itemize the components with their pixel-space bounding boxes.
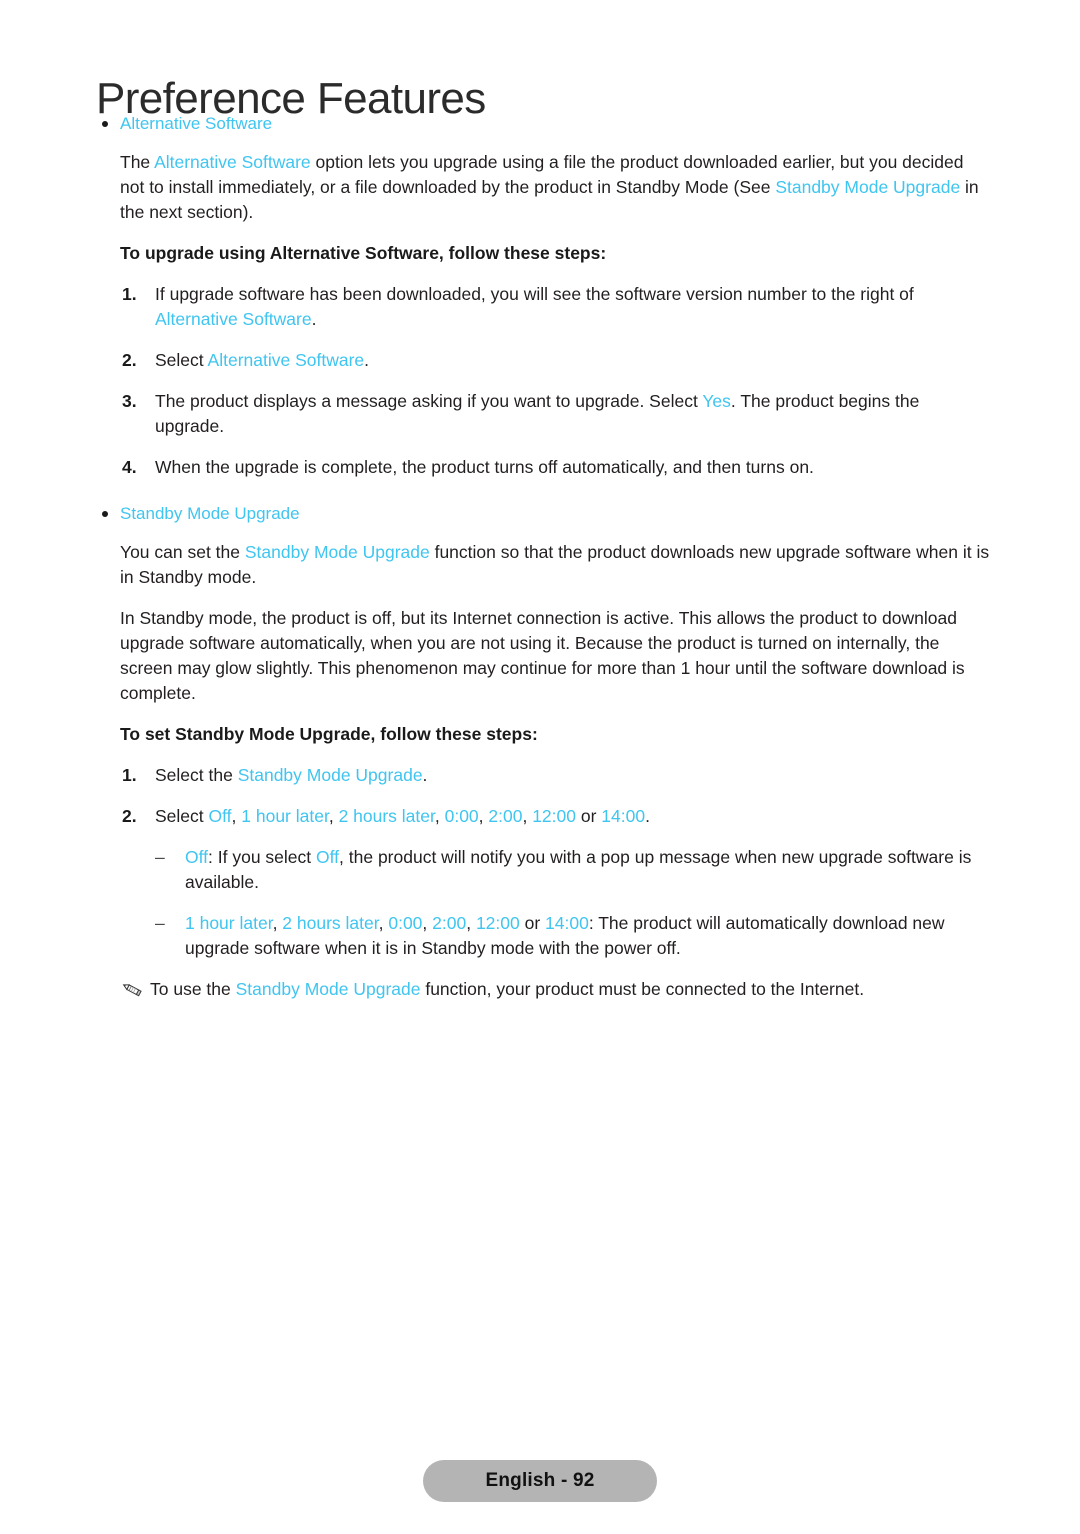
numbered-step: 2. Select Alternative Software. [0, 348, 1080, 373]
text-fragment: . [311, 309, 317, 329]
text-fragment: or [576, 806, 602, 826]
manual-page: Preference Features Alternative Software… [0, 0, 1080, 1534]
bullet-dot-icon [102, 511, 108, 517]
text-fragment: , [466, 913, 476, 933]
standby-steps-heading: To set Standby Mode Upgrade, follow thes… [120, 724, 538, 744]
option-2-00[interactable]: 2:00 [488, 806, 522, 826]
step-number: 2. [122, 806, 137, 826]
text-fragment: , [231, 806, 242, 826]
text-fragment: , [478, 806, 489, 826]
dash-marker-icon: – [155, 847, 165, 867]
section-heading-label: Alternative Software [120, 114, 273, 133]
inline-link-standby-mode-upgrade[interactable]: Standby Mode Upgrade [236, 979, 421, 999]
option-off[interactable]: Off [209, 806, 232, 826]
section-heading-label: Standby Mode Upgrade [120, 504, 300, 523]
text-fragment: , [328, 806, 339, 826]
option-0-00[interactable]: 0:00 [445, 806, 479, 826]
section-heading-alternative-software: Alternative Software [0, 112, 1080, 136]
text-fragment: . [645, 806, 650, 826]
text-fragment: The [120, 152, 155, 172]
option-1-hour-later[interactable]: 1 hour later [185, 913, 273, 933]
standby-intro-paragraph: You can set the Standby Mode Upgrade fun… [0, 540, 1080, 590]
text-fragment: , [422, 913, 433, 933]
inline-link-yes[interactable]: Yes [702, 391, 731, 411]
step-number: 1. [122, 765, 137, 785]
bullet-dot-icon [102, 121, 108, 127]
option-12-00[interactable]: 12:00 [476, 913, 520, 933]
dash-marker-icon: – [155, 913, 165, 933]
note-line: To use the Standby Mode Upgrade function… [0, 977, 1080, 1002]
dash-sub-item: –1 hour later, 2 hours later, 0:00, 2:00… [0, 911, 1080, 961]
text-fragment: To use the [150, 979, 236, 999]
text-fragment: : If you select [208, 847, 316, 867]
text-fragment: , [272, 913, 283, 933]
page-footer: English - 92 [0, 1460, 1080, 1502]
text-fragment: function, your product must be connected… [420, 979, 865, 999]
text-fragment: The product displays a message asking if… [155, 391, 703, 411]
step-number: 2. [122, 350, 137, 370]
numbered-step: 1. If upgrade software has been downloade… [0, 282, 1080, 332]
step-number: 1. [122, 284, 137, 304]
step-number: 3. [122, 391, 137, 411]
option-12-00[interactable]: 12:00 [532, 806, 576, 826]
text-fragment: . [422, 765, 428, 785]
numbered-step: 3. The product displays a message asking … [0, 389, 1080, 439]
option-off[interactable]: Off [185, 847, 208, 867]
option-off[interactable]: Off [316, 847, 339, 867]
text-fragment: When the upgrade is complete, the produc… [155, 457, 814, 477]
option-2-hours-later[interactable]: 2 hours later [339, 806, 435, 826]
inline-link-alternative-software[interactable]: Alternative Software [155, 309, 312, 329]
inline-link-alternative-software[interactable]: Alternative Software [154, 152, 311, 172]
numbered-step: 2. Select Off, 1 hour later, 2 hours late… [0, 804, 1080, 829]
inline-link-standby-mode-upgrade[interactable]: Standby Mode Upgrade [238, 765, 423, 785]
option-0-00[interactable]: 0:00 [388, 913, 422, 933]
text-fragment: Select [155, 806, 209, 826]
text-fragment: , [522, 806, 533, 826]
text-fragment: or [519, 913, 546, 933]
section-heading-standby-mode-upgrade: Standby Mode Upgrade [0, 502, 1080, 526]
text-fragment: , [434, 806, 445, 826]
alternative-software-steps-heading: To upgrade using Alternative Software, f… [120, 243, 607, 263]
inline-link-alternative-software[interactable]: Alternative Software [208, 350, 365, 370]
text-fragment: . [364, 350, 370, 370]
text-fragment: Select the [155, 765, 238, 785]
pencil-icon [122, 984, 142, 997]
numbered-step: 4. When the upgrade is complete, the prod… [0, 455, 1080, 480]
step-number: 4. [122, 457, 137, 477]
text-fragment: , [378, 913, 389, 933]
option-2-hours-later[interactable]: 2 hours later [282, 913, 378, 933]
dash-sub-item: – Off: If you select Off, the product wil… [0, 845, 1080, 895]
text-fragment: If upgrade software has been downloaded,… [155, 284, 914, 304]
inline-link-standby-mode-upgrade[interactable]: Standby Mode Upgrade [775, 177, 960, 197]
page-number-badge: English - 92 [423, 1460, 657, 1502]
standby-explanation-paragraph: In Standby mode, the product is off, but… [120, 608, 965, 703]
text-fragment: You can set the [120, 542, 245, 562]
option-2-00[interactable]: 2:00 [432, 913, 466, 933]
option-1-hour-later[interactable]: 1 hour later [241, 806, 329, 826]
inline-link-standby-mode-upgrade[interactable]: Standby Mode Upgrade [245, 542, 430, 562]
option-14-00[interactable]: 14:00 [601, 806, 645, 826]
text-fragment: Select [155, 350, 208, 370]
page-content: Alternative Software The Alternative Sof… [0, 112, 1080, 1002]
alternative-software-intro-paragraph: The Alternative Software option lets you… [0, 150, 1080, 225]
numbered-step: 1. Select the Standby Mode Upgrade. [0, 763, 1080, 788]
option-14-00[interactable]: 14:00 [545, 913, 589, 933]
